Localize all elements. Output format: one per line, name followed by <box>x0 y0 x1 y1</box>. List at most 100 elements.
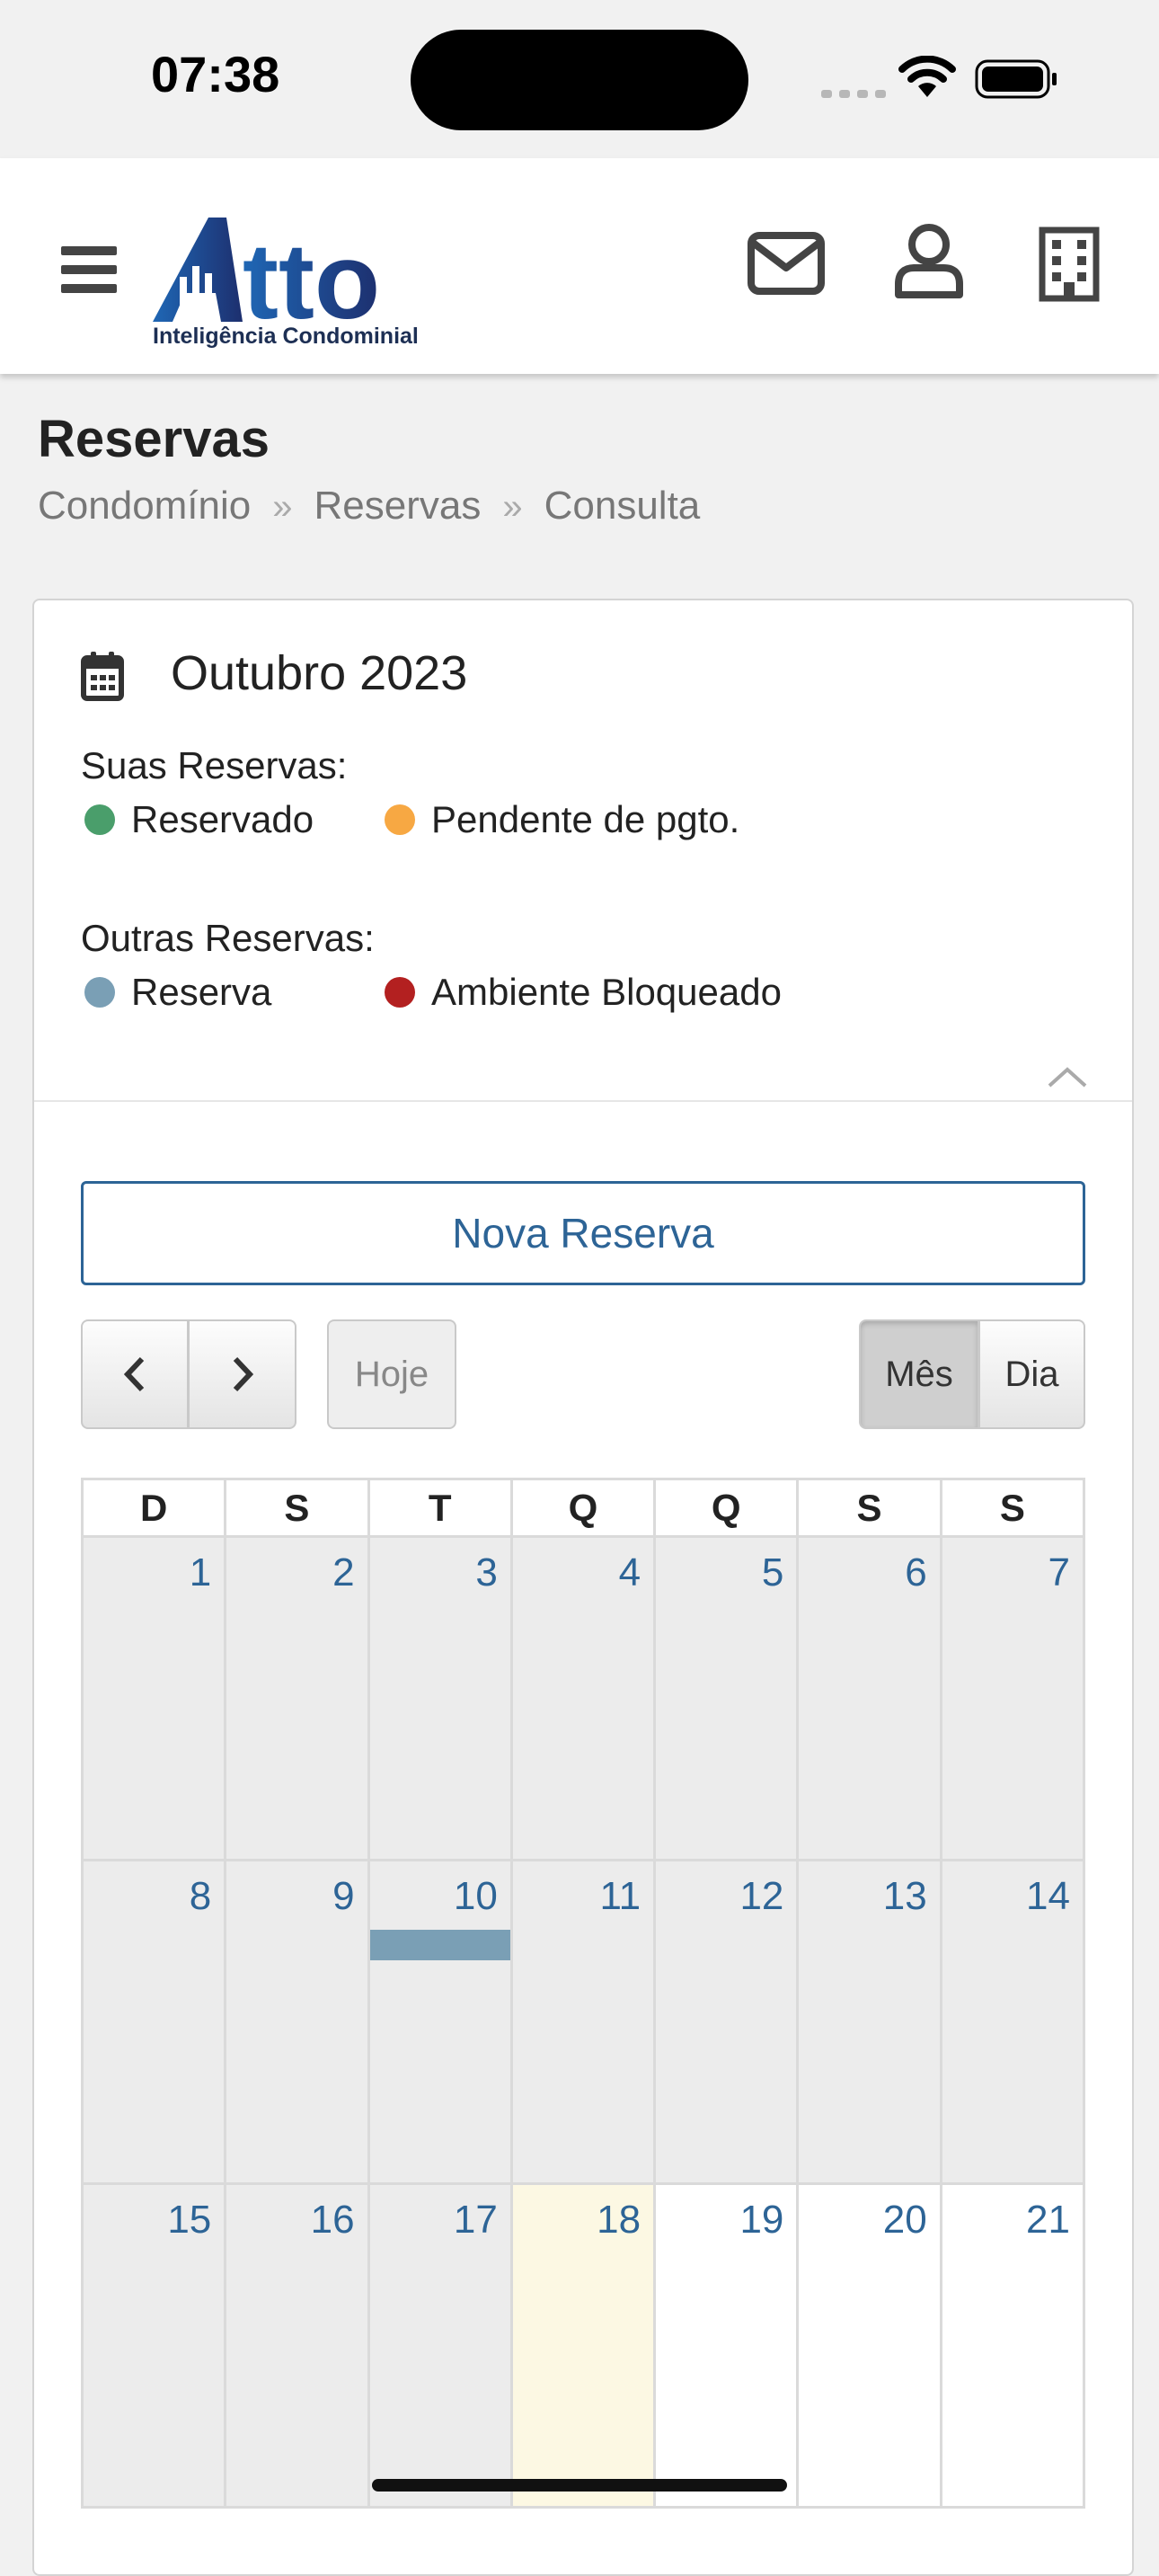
day-cell[interactable]: 13 <box>796 1859 942 2185</box>
day-number[interactable]: 9 <box>332 1874 354 1919</box>
breadcrumb-separator-icon: » <box>272 487 293 527</box>
day-cell[interactable]: 12 <box>653 1859 800 2185</box>
day-cell[interactable]: 14 <box>939 1859 1086 2185</box>
day-cell[interactable]: 5 <box>653 1535 800 1861</box>
day-cell[interactable]: 16 <box>224 2182 370 2509</box>
legend-dot-icon <box>385 977 415 1008</box>
day-number[interactable]: 3 <box>475 1550 497 1595</box>
day-view-button[interactable]: Dia <box>979 1319 1085 1429</box>
weekday-header: S <box>224 1478 370 1538</box>
day-cell-today[interactable]: 18 <box>509 2182 657 2509</box>
weekday-header: S <box>796 1478 942 1538</box>
weekday-header: Q <box>653 1478 800 1538</box>
day-number[interactable]: 12 <box>739 1874 783 1919</box>
weekday-header-row: D S T Q Q S S <box>80 1478 1086 1538</box>
day-number[interactable]: 18 <box>597 2198 641 2243</box>
top-navbar: tto Inteligência Condominial <box>0 158 1159 374</box>
calendar-icon <box>81 652 124 701</box>
day-cell[interactable]: 20 <box>796 2182 942 2509</box>
day-cell[interactable]: 7 <box>939 1535 1086 1861</box>
breadcrumb-separator-icon: » <box>502 487 523 527</box>
day-cell[interactable]: 1 <box>80 1535 227 1861</box>
logo-wordmark: tto <box>243 221 380 324</box>
atto-logo[interactable]: tto <box>153 218 431 324</box>
breadcrumb-item[interactable]: Reservas <box>314 484 482 528</box>
day-cell[interactable]: 10 <box>367 1859 513 2185</box>
status-time: 07:38 <box>151 46 280 102</box>
day-number[interactable]: 19 <box>739 2198 783 2243</box>
day-cell[interactable]: 4 <box>509 1535 657 1861</box>
day-number[interactable]: 13 <box>883 1874 927 1919</box>
view-switch-group: Mês Dia <box>859 1319 1085 1429</box>
legend-dot-icon <box>84 977 115 1008</box>
day-cell[interactable]: 19 <box>653 2182 800 2509</box>
cellular-signal-icon <box>821 84 893 102</box>
day-number[interactable]: 21 <box>1026 2198 1070 2243</box>
day-cell[interactable]: 21 <box>939 2182 1086 2509</box>
day-cell[interactable]: 6 <box>796 1535 942 1861</box>
legend-item-reserva: Reserva <box>84 971 271 1014</box>
card-divider <box>34 1100 1132 1102</box>
legend-dot-icon <box>84 804 115 835</box>
weekday-header: Q <box>509 1478 657 1538</box>
day-number[interactable]: 20 <box>883 2198 927 2243</box>
legend-dot-icon <box>385 804 415 835</box>
legend-item-ambiente-bloqueado: Ambiente Bloqueado <box>385 971 782 1014</box>
page-title: Reservas <box>38 410 270 468</box>
day-cell[interactable]: 15 <box>80 2182 227 2509</box>
day-number[interactable]: 11 <box>599 1874 641 1919</box>
chevron-right-icon <box>233 1356 253 1392</box>
new-booking-button[interactable]: Nova Reserva <box>81 1181 1085 1285</box>
weekday-header: S <box>939 1478 1086 1538</box>
month-grid: D S T Q Q S S 1 2 3 4 5 6 7 8 9 10 11 12… <box>80 1478 1086 2509</box>
weekday-header: T <box>367 1478 513 1538</box>
day-cell[interactable]: 9 <box>224 1859 370 2185</box>
breadcrumb-item[interactable]: Condomínio <box>38 484 251 528</box>
day-number[interactable]: 16 <box>311 2198 355 2243</box>
legend-other-heading: Outras Reservas: <box>81 917 375 959</box>
legend-item-reservado: Reservado <box>84 798 314 841</box>
menu-icon[interactable] <box>61 246 117 293</box>
day-number[interactable]: 6 <box>905 1550 926 1595</box>
event-bar-reserva[interactable] <box>369 1930 510 1960</box>
calendar-card: Outubro 2023 Suas Reservas: Reservado Pe… <box>32 599 1134 2576</box>
user-icon[interactable] <box>893 223 965 298</box>
today-button[interactable]: Hoje <box>327 1319 456 1429</box>
day-cell[interactable]: 2 <box>224 1535 370 1861</box>
breadcrumb-item-current: Consulta <box>544 484 701 528</box>
day-cell[interactable]: 8 <box>80 1859 227 2185</box>
status-bar: 07:38 <box>0 0 1159 158</box>
day-number[interactable]: 10 <box>454 1874 498 1919</box>
month-title: Outubro 2023 <box>171 646 468 700</box>
week-row: 15 16 17 18 19 20 21 <box>80 2182 1086 2509</box>
chevron-up-icon[interactable] <box>1046 1064 1089 1089</box>
mail-icon[interactable] <box>748 232 825 295</box>
day-number[interactable]: 5 <box>762 1550 783 1595</box>
day-cell[interactable]: 17 <box>367 2182 513 2509</box>
building-icon[interactable] <box>1035 227 1103 302</box>
logo-tagline: Inteligência Condominial <box>153 324 419 349</box>
calendar-nav-group <box>81 1319 296 1429</box>
wifi-icon <box>898 56 956 97</box>
week-row: 8 9 10 11 12 13 14 <box>80 1859 1086 2185</box>
day-number[interactable]: 17 <box>454 2198 498 2243</box>
home-indicator[interactable] <box>372 2479 787 2492</box>
next-month-button[interactable] <box>189 1319 296 1429</box>
day-number[interactable]: 7 <box>1048 1550 1070 1595</box>
day-cell[interactable]: 3 <box>367 1535 513 1861</box>
day-number[interactable]: 1 <box>190 1550 211 1595</box>
day-number[interactable]: 2 <box>332 1550 354 1595</box>
day-number[interactable]: 14 <box>1026 1874 1070 1919</box>
week-row: 1 2 3 4 5 6 7 <box>80 1535 1086 1861</box>
today-group: Hoje <box>327 1319 456 1429</box>
prev-month-button[interactable] <box>81 1319 189 1429</box>
weekday-header: D <box>80 1478 227 1538</box>
day-number[interactable]: 8 <box>190 1874 211 1919</box>
month-view-button[interactable]: Mês <box>859 1319 979 1429</box>
battery-icon <box>975 59 1057 99</box>
breadcrumb: Condomínio » Reservas » Consulta <box>38 484 700 529</box>
day-number[interactable]: 4 <box>619 1550 641 1595</box>
day-cell[interactable]: 11 <box>509 1859 657 2185</box>
chevron-left-icon <box>123 1356 145 1392</box>
day-number[interactable]: 15 <box>167 2198 211 2243</box>
